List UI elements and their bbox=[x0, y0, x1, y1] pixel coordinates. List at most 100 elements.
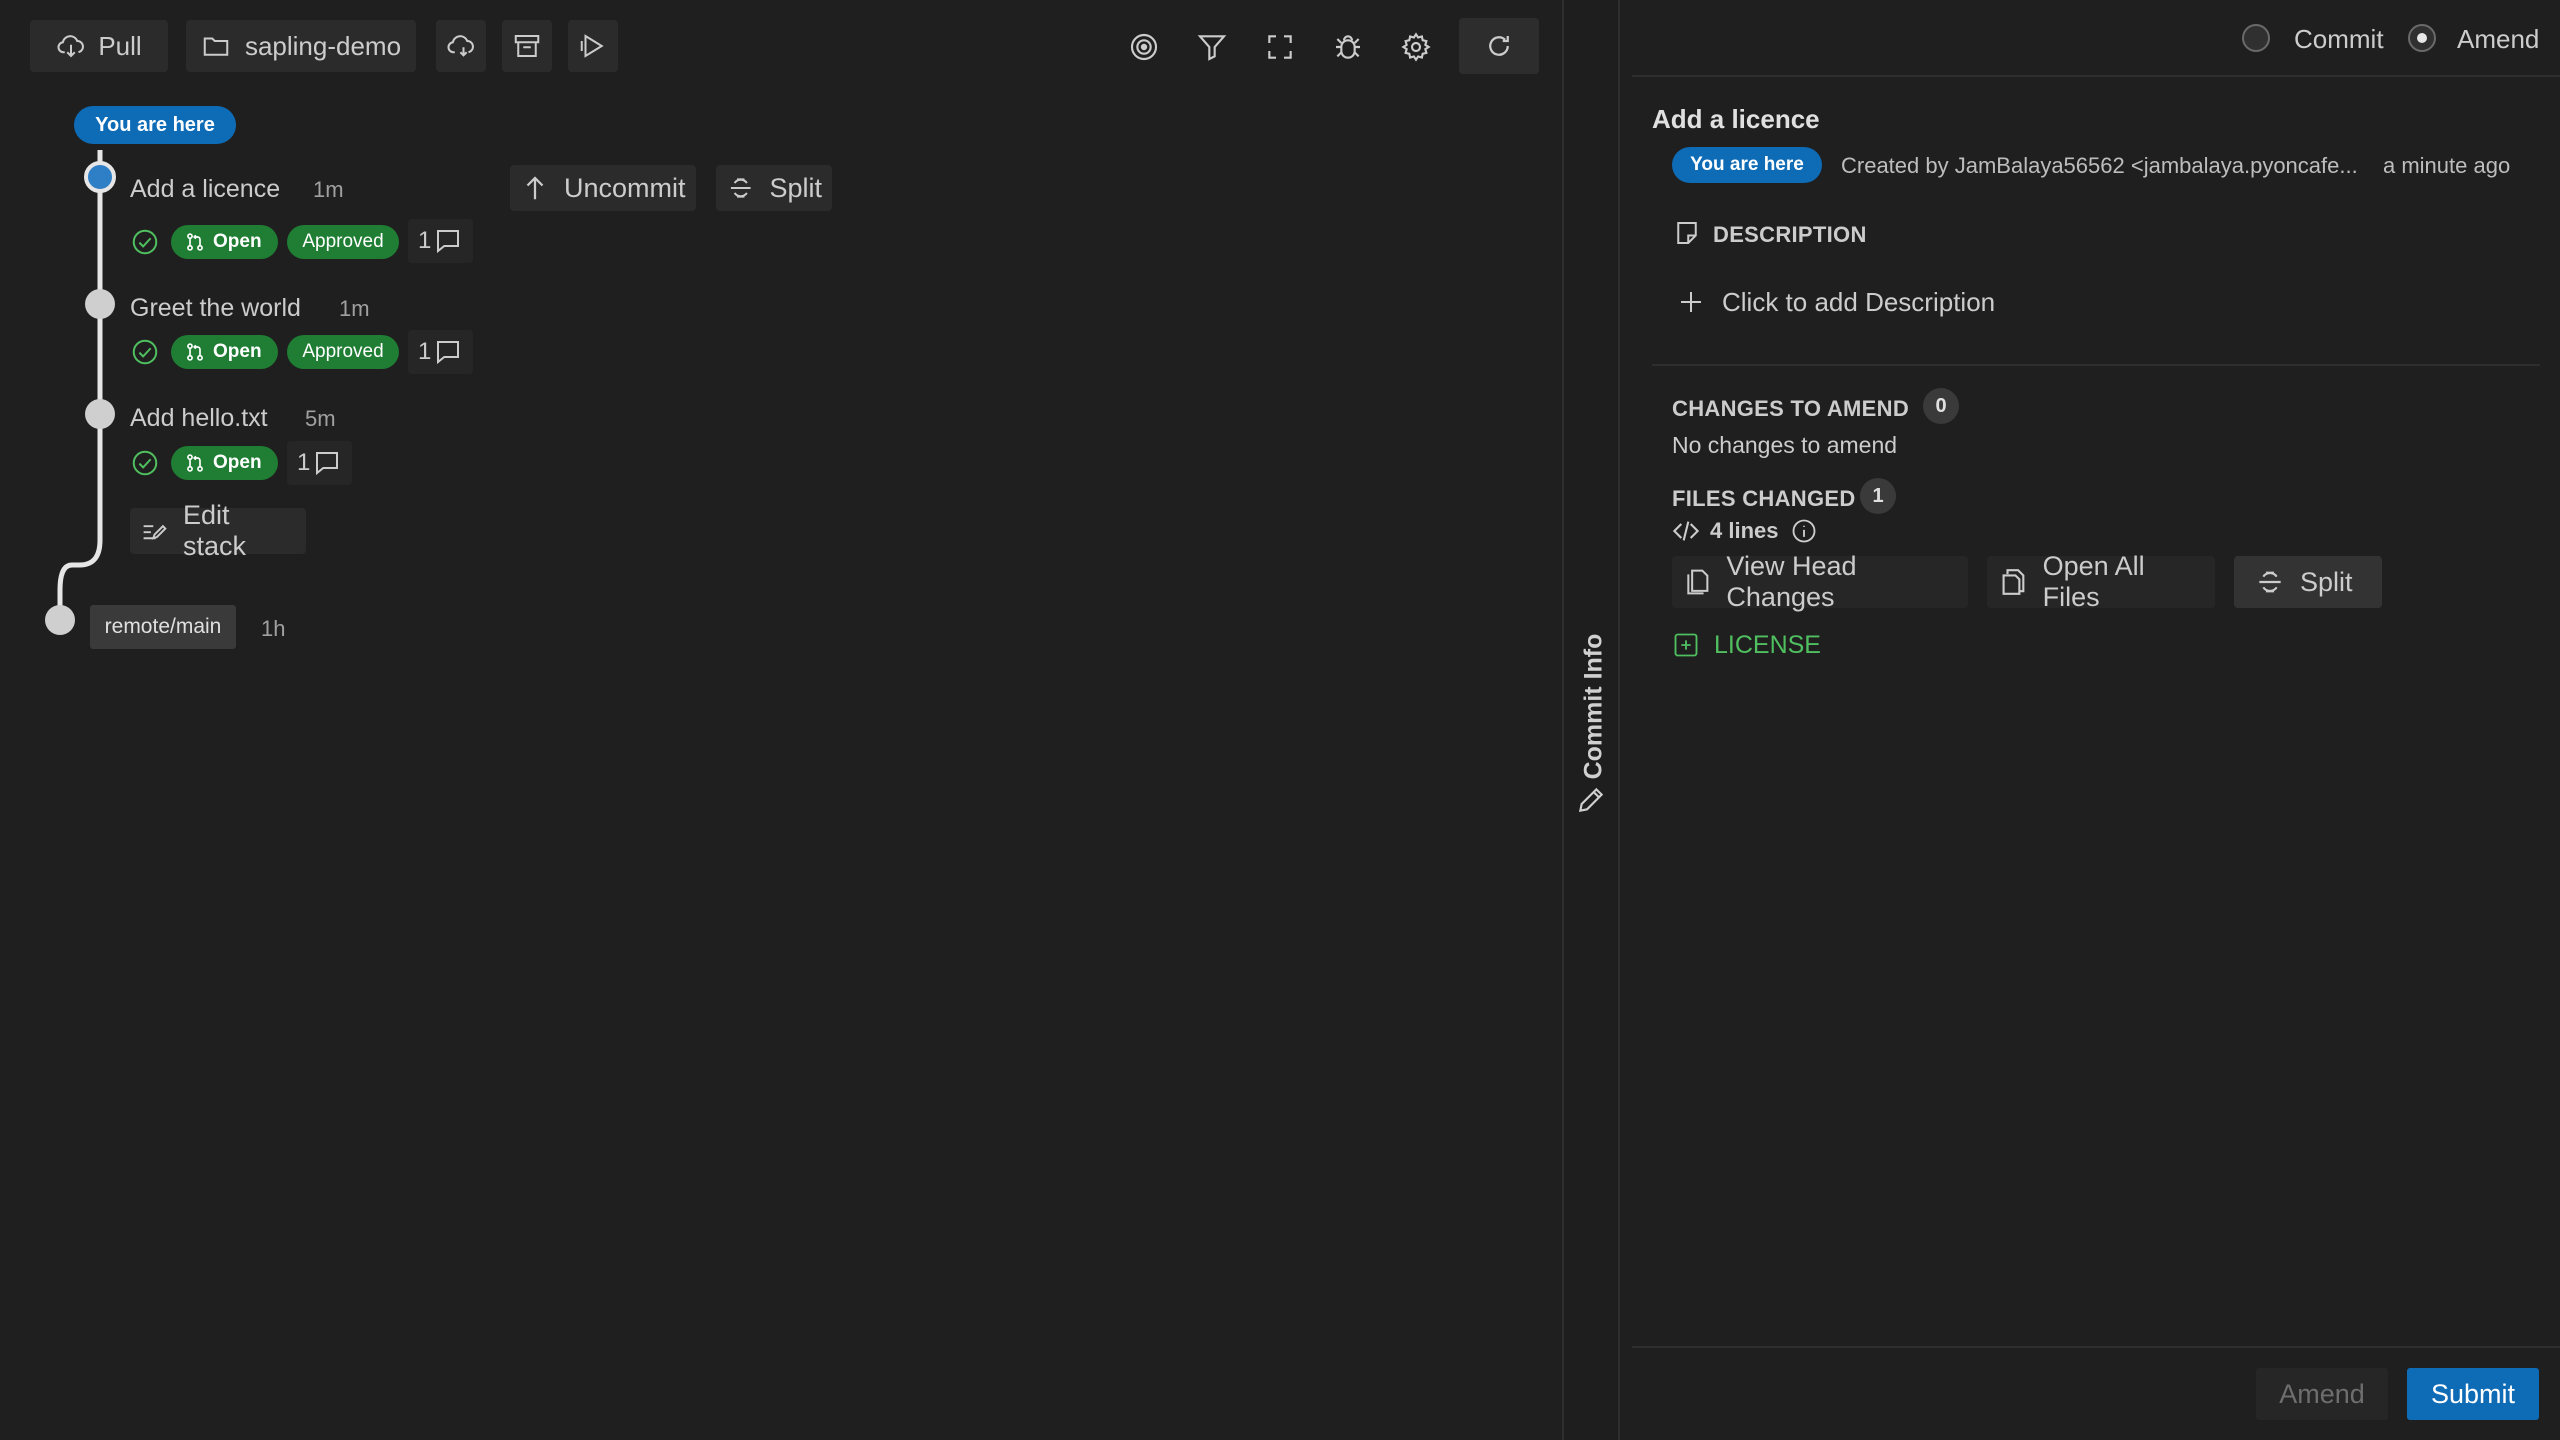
pr-status-label: Open bbox=[213, 231, 262, 252]
bug-icon bbox=[1336, 35, 1360, 59]
you-are-here-badge: You are here bbox=[1672, 147, 1822, 183]
comment-count: 1 bbox=[297, 449, 311, 476]
files-changed-heading: FILES CHANGED bbox=[1672, 486, 1856, 511]
changes-count-badge: 0 bbox=[1923, 388, 1959, 424]
split-button[interactable]: Split bbox=[716, 165, 832, 211]
amend-mode-label[interactable]: Amend bbox=[2457, 24, 2539, 55]
pull-request-icon bbox=[187, 233, 203, 251]
fetch-button[interactable] bbox=[436, 20, 486, 72]
settings-button[interactable] bbox=[1393, 24, 1439, 70]
pr-status-badge[interactable]: Open bbox=[171, 225, 278, 259]
commit-mode-radio[interactable] bbox=[2242, 24, 2270, 52]
filter-icon bbox=[1197, 35, 1227, 61]
pr-status-badge[interactable]: Open bbox=[171, 335, 278, 369]
remote-bookmark-label: remote/main bbox=[90, 605, 236, 649]
file-row[interactable]: LICENSE bbox=[1672, 628, 1821, 662]
edit-stack-icon bbox=[143, 524, 167, 540]
commit-node-head bbox=[84, 161, 116, 193]
created-by-text: Created by JamBalaya56562 <jambalaya.pyo… bbox=[1841, 153, 2358, 178]
pr-status-label: Open bbox=[213, 341, 262, 362]
file-added-icon bbox=[1674, 633, 1698, 657]
submit-button[interactable]: Submit bbox=[2407, 1368, 2539, 1420]
commit-mode-label[interactable]: Commit bbox=[2294, 24, 2384, 55]
comment-count-button[interactable]: 1 bbox=[408, 330, 474, 374]
commit-node bbox=[85, 289, 115, 319]
comment-count-button[interactable]: 1 bbox=[287, 441, 353, 485]
changes-to-amend-heading: CHANGES TO AMEND bbox=[1672, 396, 1910, 421]
review-status-badge: Approved bbox=[287, 225, 399, 259]
commit-title[interactable]: Add a licence bbox=[130, 175, 280, 204]
check-circle-icon bbox=[132, 339, 158, 365]
folder-icon bbox=[203, 37, 229, 56]
split-files-label: Split bbox=[2300, 566, 2353, 597]
comment-count: 1 bbox=[418, 338, 432, 365]
commit-info-tab[interactable]: Commit Info bbox=[1567, 618, 1617, 818]
commit-title[interactable]: Greet the world bbox=[130, 294, 301, 323]
split-icon bbox=[2259, 571, 2281, 593]
pencil-icon bbox=[1578, 787, 1604, 813]
uncommit-button[interactable]: Uncommit bbox=[510, 165, 696, 211]
note-icon bbox=[1677, 222, 1697, 244]
edit-stack-label: Edit stack bbox=[182, 500, 246, 561]
footer-divider bbox=[1632, 1346, 2560, 1348]
split-icon bbox=[730, 178, 751, 198]
repo-label: sapling-demo bbox=[244, 30, 402, 61]
commit-title-heading: Add a licence bbox=[1652, 104, 1820, 134]
refresh-button[interactable] bbox=[1459, 18, 1539, 74]
panel-header-divider bbox=[1632, 75, 2560, 77]
target-icon bbox=[1130, 33, 1158, 61]
description-heading: DESCRIPTION bbox=[1713, 222, 1867, 247]
commit-time: 1m bbox=[313, 177, 344, 202]
split-label: Split bbox=[769, 172, 822, 203]
open-all-files-button[interactable]: Open All Files bbox=[1987, 551, 2215, 612]
commit-node-remote bbox=[45, 605, 75, 635]
refresh-icon bbox=[1489, 36, 1509, 56]
created-time: a minute ago bbox=[2383, 153, 2511, 178]
split-files-button[interactable]: Split bbox=[2234, 556, 2382, 608]
comment-count: 1 bbox=[418, 227, 432, 254]
amend-mode-radio[interactable] bbox=[2408, 24, 2436, 52]
run-button[interactable] bbox=[568, 20, 618, 72]
view-head-changes-label: View Head Changes bbox=[1726, 551, 1857, 612]
view-head-changes-button[interactable]: View Head Changes bbox=[1672, 551, 1968, 612]
debug-button[interactable] bbox=[1325, 24, 1371, 70]
commit-graph bbox=[45, 150, 116, 635]
commit-title[interactable]: Add hello.txt bbox=[130, 404, 268, 433]
commit-info-tab-label: Commit Info bbox=[1579, 633, 1608, 780]
section-divider bbox=[1652, 364, 2540, 366]
review-status-badge: Approved bbox=[287, 335, 399, 369]
add-description-button[interactable]: Click to add Description bbox=[1676, 280, 1995, 324]
archive-icon bbox=[514, 35, 540, 57]
comment-count-button[interactable]: 1 bbox=[408, 219, 474, 263]
arrow-up-icon bbox=[526, 176, 544, 200]
comment-icon bbox=[437, 341, 460, 365]
files-icon bbox=[1687, 569, 1709, 595]
open-files-icon bbox=[2002, 569, 2025, 595]
play-icon bbox=[580, 34, 604, 58]
focus-button[interactable] bbox=[1121, 24, 1167, 70]
comment-icon bbox=[437, 230, 460, 254]
info-icon[interactable] bbox=[1790, 517, 1818, 545]
add-description-label: Click to add Description bbox=[1722, 286, 1996, 317]
comment-icon bbox=[316, 452, 339, 476]
shelve-button[interactable] bbox=[502, 20, 552, 72]
filter-button[interactable] bbox=[1189, 24, 1235, 70]
pr-status-badge[interactable]: Open bbox=[171, 446, 278, 480]
commit-node bbox=[85, 399, 115, 429]
no-changes-text: No changes to amend bbox=[1672, 432, 1898, 458]
fullscreen-button[interactable] bbox=[1257, 24, 1303, 70]
files-count-badge: 1 bbox=[1860, 478, 1896, 514]
check-circle-icon bbox=[132, 450, 158, 476]
file-name[interactable]: LICENSE bbox=[1714, 631, 1821, 660]
gear-icon bbox=[1401, 32, 1431, 62]
check-circle-icon bbox=[132, 229, 158, 255]
code-icon bbox=[1672, 521, 1700, 541]
amend-button[interactable]: Amend bbox=[2256, 1368, 2388, 1420]
repo-button[interactable]: sapling-demo bbox=[186, 20, 416, 72]
commit-time: 5m bbox=[305, 406, 336, 431]
fullscreen-icon bbox=[1268, 35, 1292, 59]
edit-stack-button[interactable]: Edit stack bbox=[130, 500, 306, 561]
commit-time: 1m bbox=[339, 296, 370, 321]
plus-icon bbox=[1681, 292, 1701, 312]
commit-time: 1h bbox=[261, 616, 286, 641]
